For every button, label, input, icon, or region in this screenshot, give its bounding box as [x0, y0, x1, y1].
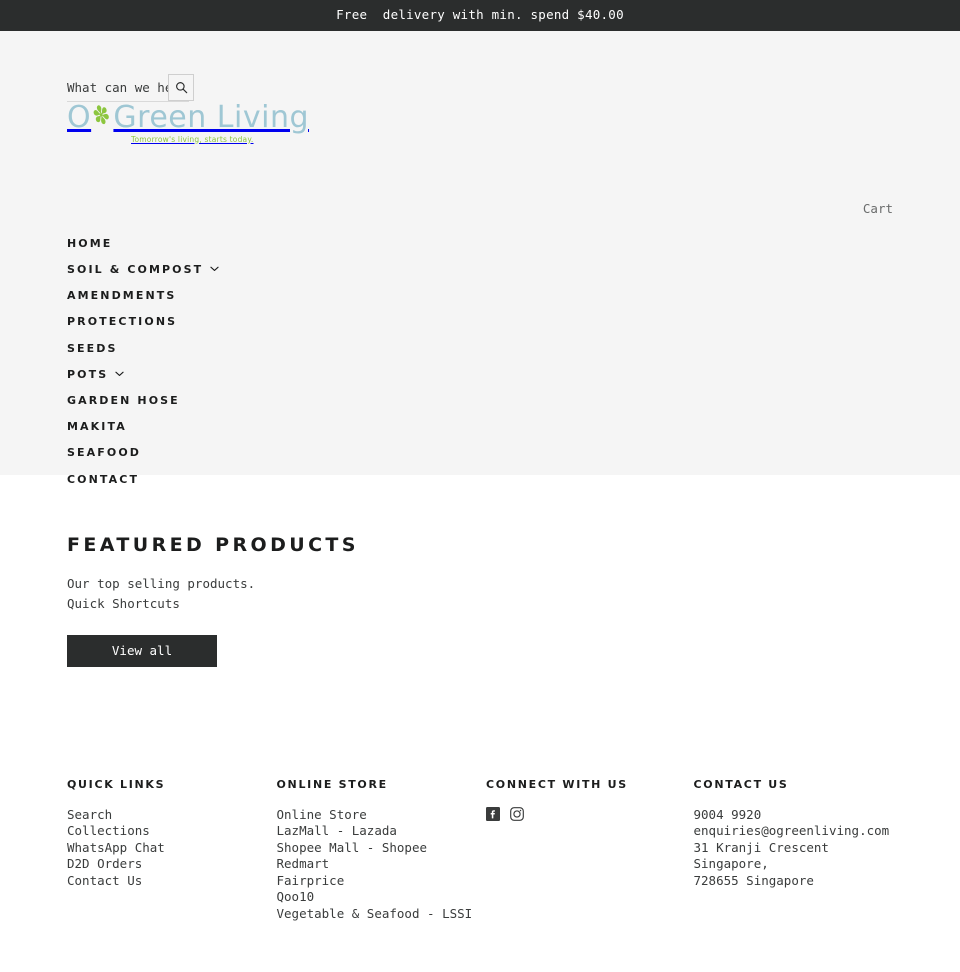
footer-link-online-store[interactable]: Online Store [277, 807, 487, 824]
chevron-down-icon [210, 266, 219, 272]
footer-column-connect: CONNECT WITH US [486, 777, 694, 922]
contact-phone: 9004 9920 [693, 806, 762, 822]
site-logo[interactable]: O✽Green Living Tomorrow's living, starts… [67, 99, 309, 145]
nav-item-contact[interactable]: CONTACT [67, 467, 467, 493]
footer-column-online-store: ONLINE STORE Online Store LazMall - Laza… [277, 777, 487, 922]
featured-products-title: FEATURED PRODUCTS [67, 534, 359, 556]
contact-address-line-3: 728655 Singapore [693, 872, 814, 888]
search-form [67, 74, 194, 103]
site-header: O✽Green Living Tomorrow's living, starts… [0, 31, 960, 486]
nav-item-garden-hose[interactable]: GARDEN HOSE [67, 388, 467, 414]
logo-wordmark: O✽Green Living [67, 99, 309, 136]
nav-item-makita[interactable]: MAKITA [67, 414, 467, 440]
facebook-icon[interactable] [486, 806, 500, 821]
nav-item-amendments[interactable]: AMENDMENTS [67, 283, 467, 309]
nav-item-label: HOME [67, 236, 113, 250]
footer-link-collections[interactable]: Collections [67, 823, 277, 840]
featured-products-description: Our top selling products. Quick Shortcut… [67, 574, 893, 615]
nav-item-home[interactable]: HOME [67, 231, 467, 257]
footer-link-shopee-mall[interactable]: Shopee Mall - Shopee [277, 840, 487, 857]
logo-leaf-icon: ✽ [89, 99, 115, 133]
main-navigation: HOME SOIL & COMPOST AMENDMENTS PROTECTIO… [67, 231, 467, 493]
announcement-bar: Free delivery with min. spend $40.00 [0, 0, 960, 31]
nav-item-label: SEAFOOD [67, 446, 141, 460]
logo-text-after: Green Living [113, 100, 310, 135]
nav-item-label: AMENDMENTS [67, 289, 177, 303]
instagram-icon[interactable] [510, 806, 524, 821]
logo-tagline: Tomorrow's living, starts today. [131, 134, 254, 144]
contact-address-line-2: Singapore, [693, 856, 769, 871]
logo-text-before: O [67, 100, 92, 135]
footer-link-fairprice[interactable]: Fairprice [277, 873, 487, 890]
nav-item-label: PROTECTIONS [67, 315, 178, 329]
site-footer: QUICK LINKS Search Collections WhatsApp … [0, 777, 960, 922]
footer-link-qoo10[interactable]: Qoo10 [277, 889, 487, 906]
social-links [486, 806, 694, 821]
footer-link-search[interactable]: Search [67, 807, 277, 824]
featured-description-line-1: Our top selling products. [67, 575, 256, 591]
footer-link-redmart[interactable]: Redmart [277, 856, 487, 873]
nav-item-label: SOIL & COMPOST [67, 263, 204, 277]
nav-item-soil-compost[interactable]: SOIL & COMPOST [67, 257, 467, 283]
footer-heading-online-store: ONLINE STORE [276, 778, 388, 791]
footer-link-contact-us[interactable]: Contact Us [67, 873, 277, 890]
page-root: Free delivery with min. spend $40.00 O✽G… [0, 0, 960, 972]
contact-email[interactable]: enquiries@ogreenliving.com [694, 823, 894, 840]
footer-columns: QUICK LINKS Search Collections WhatsApp … [67, 777, 893, 922]
featured-description-line-2: Quick Shortcuts [67, 595, 180, 611]
footer-link-d2d-orders[interactable]: D2D Orders [67, 856, 277, 873]
nav-item-protections[interactable]: PROTECTIONS [67, 310, 467, 336]
nav-item-label: CONTACT [67, 472, 140, 486]
view-all-button[interactable]: View all [67, 635, 217, 667]
featured-products-section: FEATURED PRODUCTS Our top selling produc… [0, 475, 960, 667]
nav-item-label: POTS [67, 367, 109, 381]
footer-heading-contact: CONTACT US [693, 778, 789, 791]
search-icon [175, 81, 188, 94]
footer-heading-quick-links: QUICK LINKS [67, 778, 166, 791]
announcement-text: Free delivery with min. spend $40.00 [336, 7, 624, 23]
footer-link-vegetable-seafood-lssi[interactable]: Vegetable & Seafood - LSSI [277, 906, 487, 923]
footer-column-quick-links: QUICK LINKS Search Collections WhatsApp … [67, 777, 277, 922]
contact-address-line-1: 31 Kranji Crescent [693, 839, 829, 855]
nav-item-pots[interactable]: POTS [67, 362, 467, 388]
footer-link-whatsapp-chat[interactable]: WhatsApp Chat [67, 840, 277, 857]
nav-item-label: GARDEN HOSE [67, 393, 180, 407]
nav-item-label: SEEDS [67, 341, 118, 355]
nav-item-seeds[interactable]: SEEDS [67, 336, 467, 362]
search-button[interactable] [168, 74, 194, 101]
footer-link-lazmall[interactable]: LazMall - Lazada [277, 823, 487, 840]
footer-column-contact: CONTACT US 9004 9920 enquiries@ogreenliv… [694, 777, 894, 922]
chevron-down-icon [115, 371, 124, 377]
footer-heading-connect: CONNECT WITH US [486, 778, 628, 791]
cart-link[interactable]: Cart [863, 200, 893, 219]
nav-item-seafood[interactable]: SEAFOOD [67, 441, 467, 467]
nav-item-label: MAKITA [67, 420, 127, 434]
